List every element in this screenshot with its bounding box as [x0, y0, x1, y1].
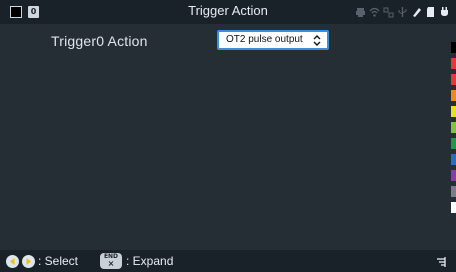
dropdown-value: OT2 pulse output: [226, 34, 303, 45]
left-arrow-icon[interactable]: [6, 255, 19, 268]
expand-hint: : Expand: [126, 254, 174, 268]
channel-color-swatch: [451, 154, 456, 165]
usb-icon: [397, 4, 408, 18]
channel-color-swatch: [451, 122, 456, 133]
right-arrow-icon[interactable]: [22, 255, 35, 268]
printer-icon: [355, 4, 366, 18]
channel-color-swatch: [451, 202, 456, 213]
channel-color-swatch: [451, 170, 456, 181]
channel-color-swatch: [451, 74, 456, 85]
channel-color-swatch: [451, 58, 456, 69]
end-key-icon[interactable]: END ×: [100, 253, 122, 269]
channel-color-swatch: [451, 106, 456, 117]
end-key-bottom: ×: [107, 259, 115, 268]
up-down-chevron-icon: [311, 33, 323, 48]
network-icon: [383, 4, 394, 18]
sd-card-icon: [425, 4, 436, 18]
top-bar: 0 Trigger Action: [0, 0, 456, 24]
status-icons: [355, 4, 450, 18]
wifi-icon: [369, 4, 380, 18]
channel-color-swatch: [451, 90, 456, 101]
trigger-action-label: Trigger0 Action: [51, 33, 148, 49]
trigger-action-dropdown[interactable]: OT2 pulse output: [217, 30, 329, 50]
channel-color-strip: [451, 42, 456, 218]
bottom-bar: : Select END × : Expand: [0, 250, 456, 272]
channel-color-swatch: [451, 138, 456, 149]
power-icon: [439, 4, 450, 18]
screen: 0 Trigger Action Trigger0 Action OT2 pul…: [0, 0, 456, 272]
menu-icon[interactable]: [436, 254, 446, 268]
select-hint: : Select: [38, 254, 79, 268]
probe-icon: [411, 4, 422, 18]
channel-color-swatch: [451, 42, 456, 53]
channel-color-swatch: [451, 186, 456, 197]
